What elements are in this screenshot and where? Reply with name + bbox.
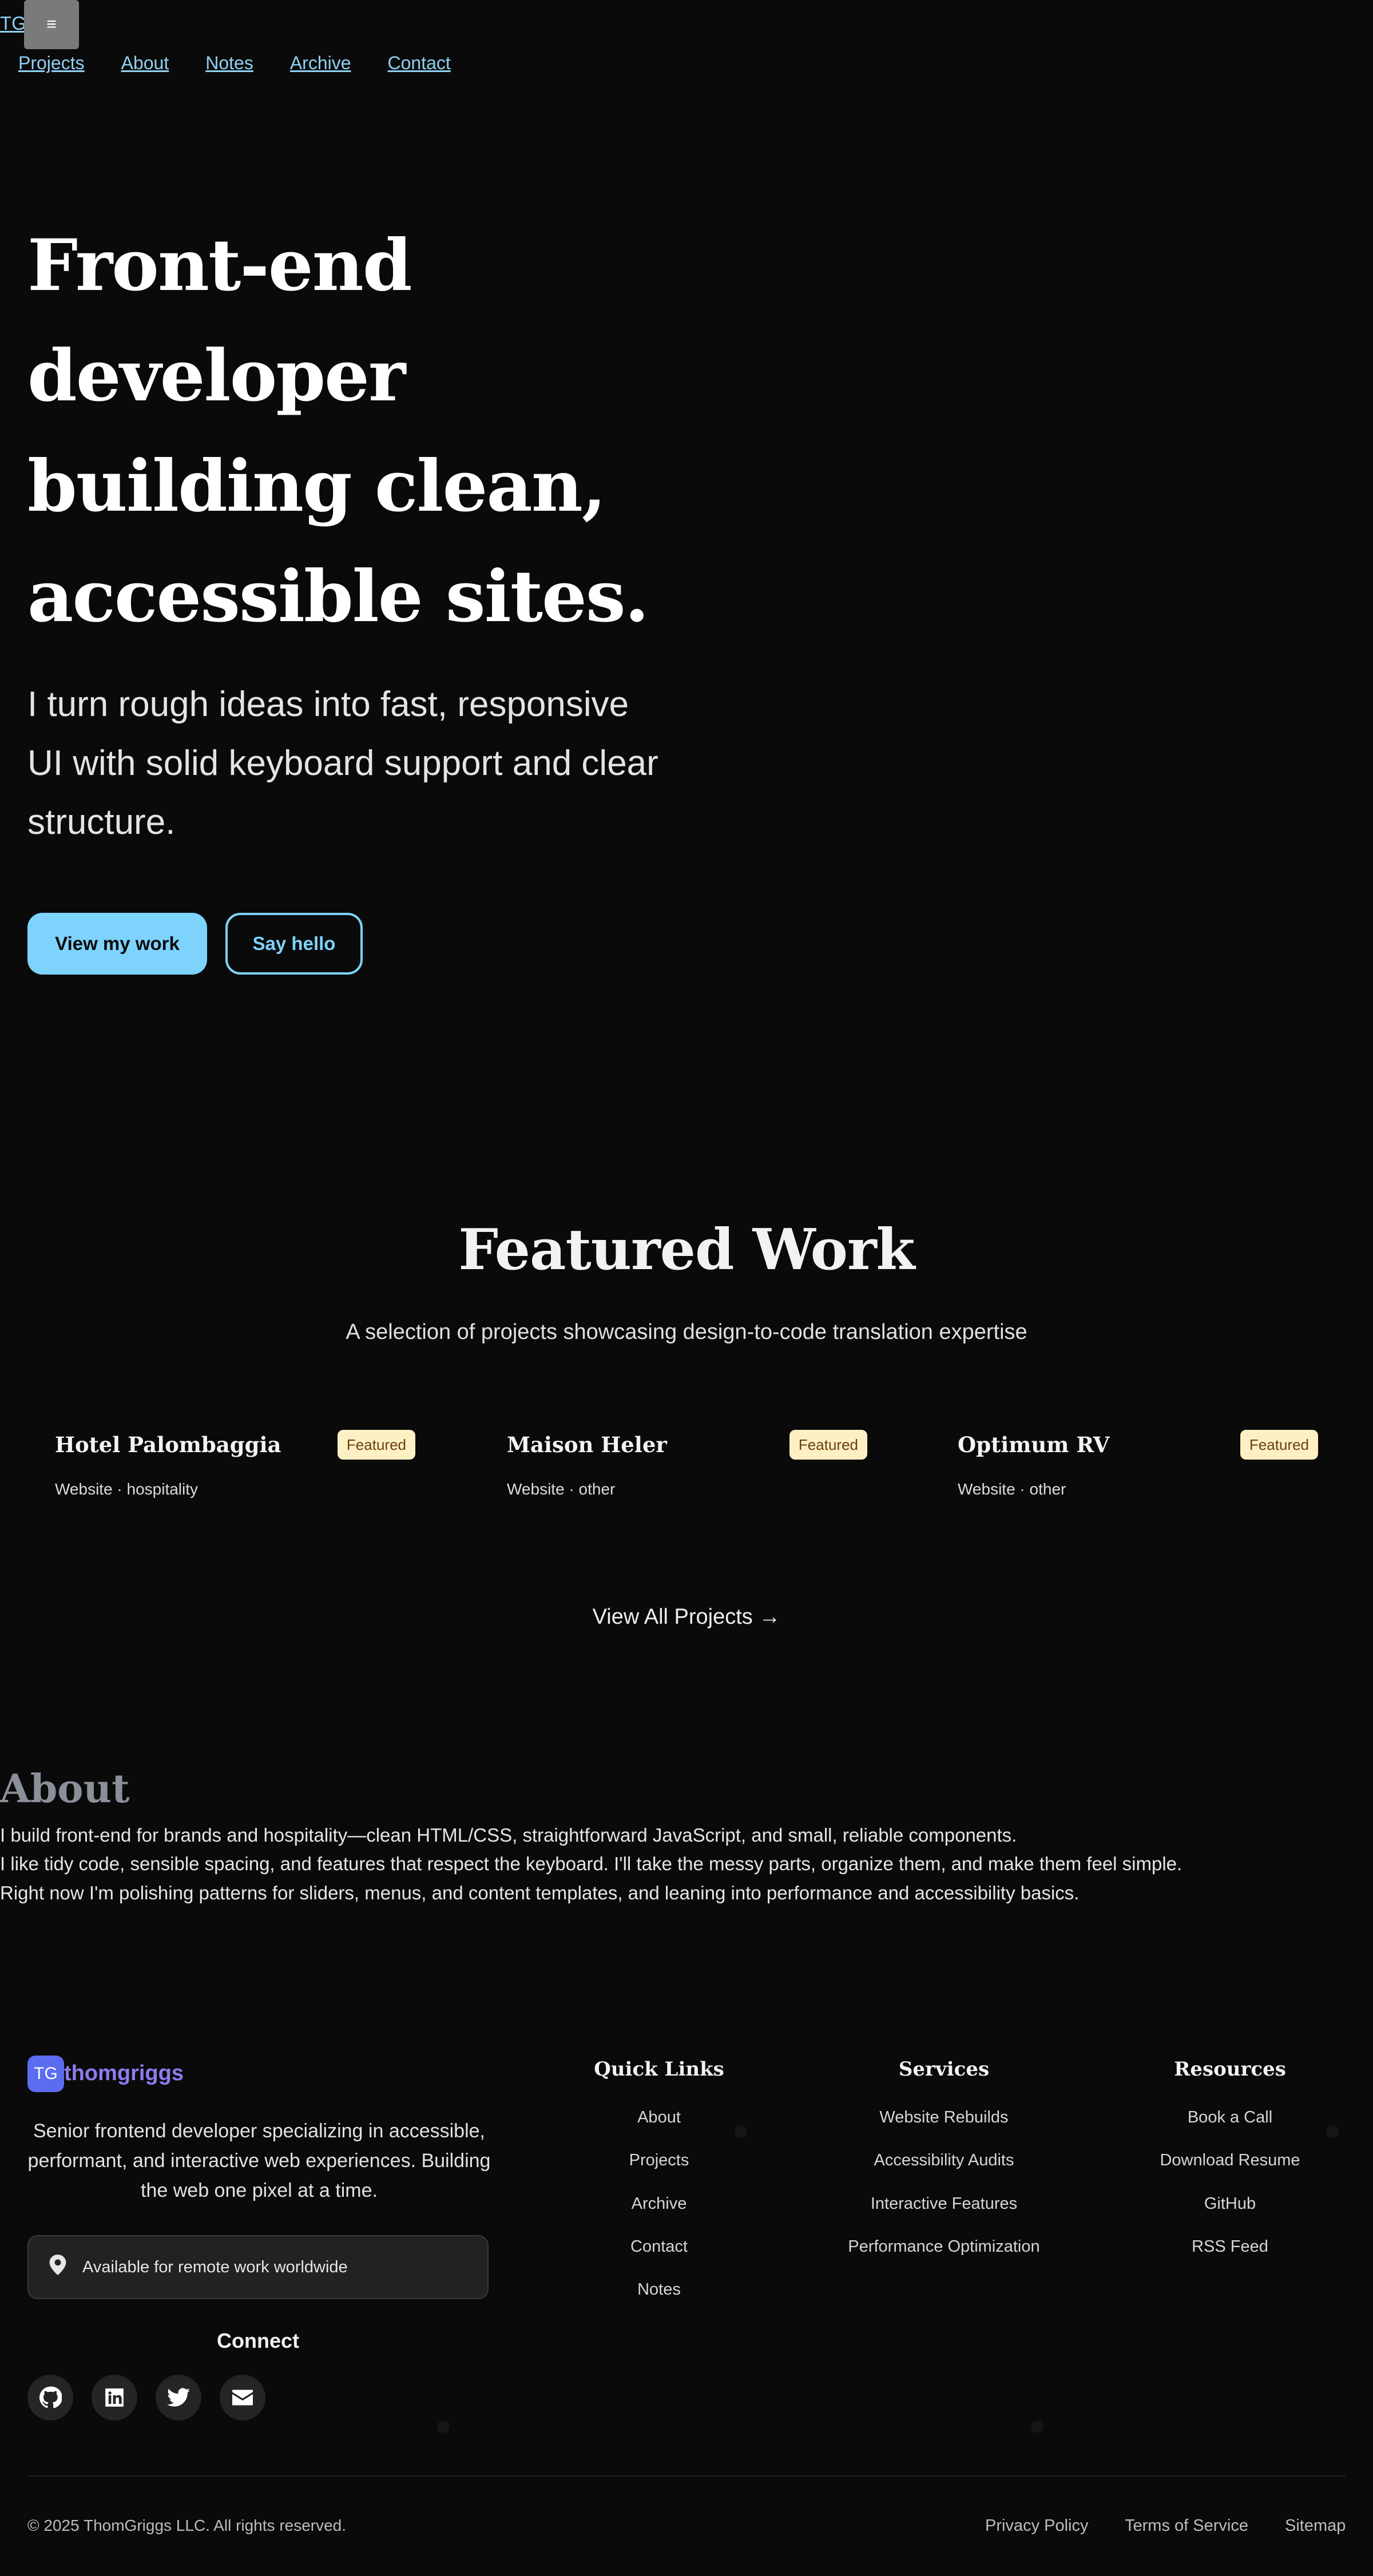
logo-link[interactable]: TG <box>0 13 26 34</box>
services-title: Services <box>898 2058 990 2081</box>
featured-title: Featured Work <box>458 1217 915 1283</box>
decorative-dot <box>735 2125 747 2138</box>
footer-logo[interactable]: TG <box>27 2056 64 2092</box>
project-name: Maison Heler <box>507 1432 667 1457</box>
service-link[interactable]: Performance Optimization <box>801 2237 1087 2256</box>
nav-archive[interactable]: Archive <box>290 53 351 74</box>
menu-icon: ≡ <box>46 15 57 34</box>
about-paragraph: I like tidy code, sensible spacing, and … <box>0 1853 1182 1874</box>
menu-button[interactable]: ≡ <box>24 0 79 49</box>
footer-link-archive[interactable]: Archive <box>573 2195 745 2213</box>
footer-divider <box>27 2475 1346 2476</box>
decorative-dot <box>1326 2125 1339 2138</box>
twitter-icon[interactable] <box>156 2375 201 2420</box>
featured-badge: Featured <box>337 1430 415 1460</box>
availability-box: Available for remote work worldwide <box>27 2235 489 2299</box>
email-icon[interactable] <box>220 2375 265 2420</box>
resource-link[interactable]: RSS Feed <box>1116 2237 1344 2256</box>
location-pin-icon <box>49 2255 66 2280</box>
resource-link[interactable]: Download Resume <box>1116 2151 1344 2170</box>
project-name: Hotel Palombaggia <box>55 1432 281 1457</box>
project-card[interactable]: Optimum RV Featured Website · other <box>958 1430 1318 1498</box>
footer-brand[interactable]: thomgriggs <box>64 2061 184 2086</box>
service-link[interactable]: Website Rebuilds <box>801 2108 1087 2127</box>
footer-link-projects[interactable]: Projects <box>573 2151 745 2170</box>
project-card[interactable]: Maison Heler Featured Website · other <box>507 1430 867 1498</box>
github-icon[interactable] <box>27 2375 73 2420</box>
project-meta: Website · hospitality <box>55 1480 199 1498</box>
decorative-dot <box>437 2420 450 2433</box>
view-work-button[interactable]: View my work <box>27 913 207 975</box>
project-card[interactable]: Hotel Palombaggia Featured Website · hos… <box>55 1430 415 1498</box>
featured-badge: Featured <box>789 1430 867 1460</box>
decorative-dot <box>1031 2420 1043 2433</box>
view-all-projects-link[interactable]: View All Projects → <box>0 1605 1373 1629</box>
footer-link-notes[interactable]: Notes <box>573 2280 745 2299</box>
main-nav: Projects About Notes Archive Contact <box>18 53 451 74</box>
connect-title: Connect <box>217 2329 299 2352</box>
resources-title: Resources <box>1174 2058 1286 2081</box>
privacy-policy-link[interactable]: Privacy Policy <box>985 2517 1089 2535</box>
service-link[interactable]: Accessibility Audits <box>801 2151 1087 2170</box>
resource-link[interactable]: Book a Call <box>1116 2108 1344 2127</box>
nav-projects[interactable]: Projects <box>18 53 85 74</box>
nav-notes[interactable]: Notes <box>205 53 253 74</box>
say-hello-button[interactable]: Say hello <box>225 913 363 975</box>
nav-about[interactable]: About <box>121 53 169 74</box>
about-paragraph: Right now I'm polishing patterns for sli… <box>0 1882 1080 1903</box>
footer-description: Senior frontend developer specializing i… <box>27 2120 491 2201</box>
sitemap-link[interactable]: Sitemap <box>1285 2517 1346 2535</box>
service-link[interactable]: Interactive Features <box>801 2195 1087 2213</box>
project-meta: Website · other <box>507 1480 616 1498</box>
about-title: About <box>0 1766 130 1812</box>
hero-subtitle: I turn rough ideas into fast, responsive… <box>27 685 658 842</box>
hero-title: Front-end developer building clean, acce… <box>27 224 649 638</box>
availability-text: Available for remote work worldwide <box>82 2257 348 2276</box>
resource-link[interactable]: GitHub <box>1116 2195 1344 2213</box>
project-meta: Website · other <box>958 1480 1066 1498</box>
featured-subtitle: A selection of projects showcasing desig… <box>346 1320 1027 1344</box>
linkedin-icon[interactable] <box>92 2375 137 2420</box>
footer-link-about[interactable]: About <box>573 2108 745 2127</box>
featured-badge: Featured <box>1240 1430 1318 1460</box>
quick-links-title: Quick Links <box>594 2058 724 2081</box>
terms-of-service-link[interactable]: Terms of Service <box>1125 2517 1248 2535</box>
footer-link-contact[interactable]: Contact <box>573 2237 745 2256</box>
copyright: © 2025 ThomGriggs LLC. All rights reserv… <box>27 2517 347 2534</box>
project-name: Optimum RV <box>958 1432 1110 1457</box>
about-paragraph: I build front-end for brands and hospita… <box>0 1824 1017 1846</box>
nav-contact[interactable]: Contact <box>388 53 451 74</box>
